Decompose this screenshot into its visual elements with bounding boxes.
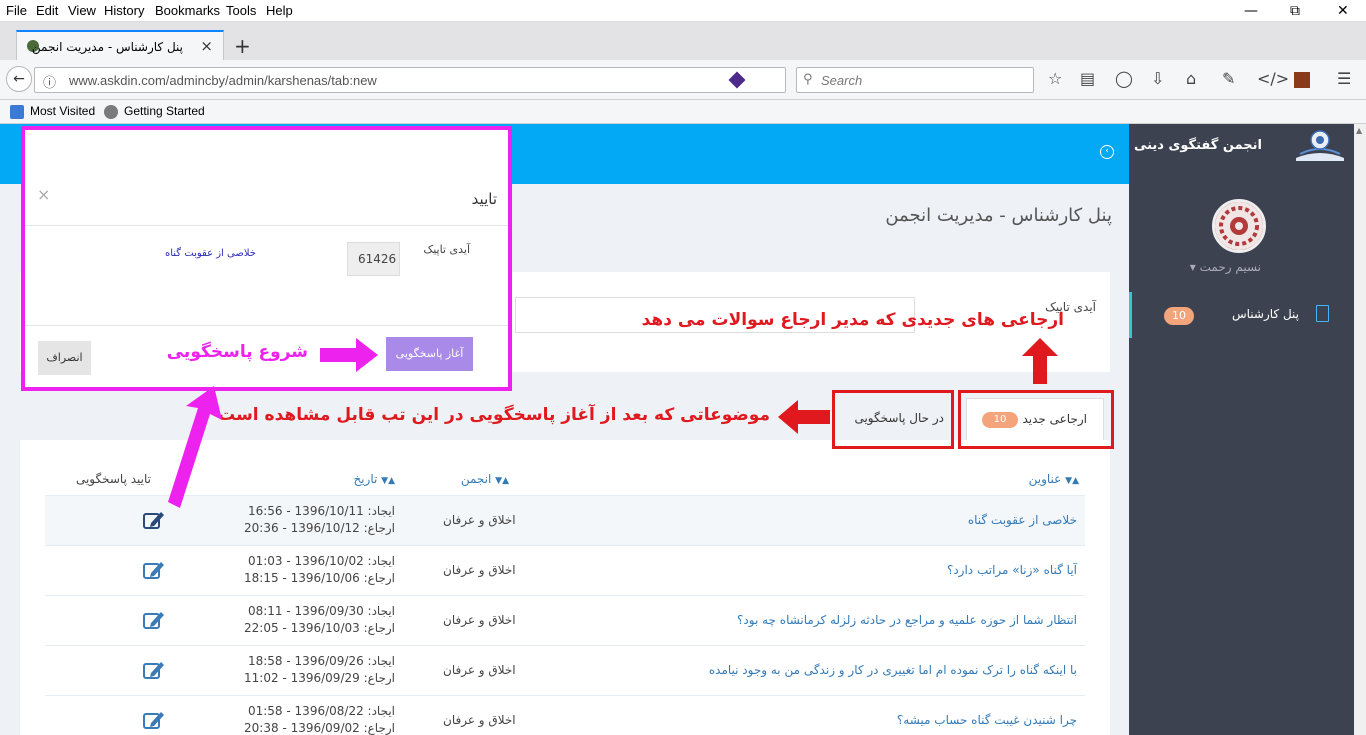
globe-icon (104, 105, 118, 119)
menu-file[interactable]: File (6, 3, 27, 18)
bookmark-most-visited[interactable]: Most Visited (30, 104, 95, 118)
annotation-in-progress: موضوعاتی که بعد از آغاز پاسخگویی در این … (218, 405, 770, 425)
menu-edit[interactable]: Edit (36, 3, 58, 18)
column-header-date[interactable]: ▲▼ تاریخ (353, 472, 395, 486)
referred-date: ارجاع: 1396/10/03 - 22:05 (244, 621, 395, 635)
dates: ایجاد: 1396/08/22 - 01:58 ارجاع: 1396/09/… (244, 703, 395, 735)
brand-logo (1296, 130, 1344, 161)
edit-icon[interactable] (143, 660, 165, 680)
restore-icon[interactable]: ⧉ (1290, 3, 1300, 19)
column-header-forum[interactable]: ▲▼ انجمن (461, 472, 509, 486)
menu-view[interactable]: View (68, 3, 96, 18)
url-text: www.askdin.com/admincby/admin/karshenas/… (69, 73, 377, 88)
created-date: ایجاد: 1396/10/11 - 16:56 (247, 504, 395, 518)
column-header-title[interactable]: ▲▼ عناوین (1029, 472, 1079, 486)
minimize-icon[interactable]: — (1244, 3, 1258, 19)
created-date: ایجاد: 1396/08/22 - 01:58 (247, 704, 395, 718)
user-name[interactable]: نسیم رحمت ▾ (1190, 260, 1261, 274)
brand-name: انجمن گفتگوی دینی (1133, 138, 1262, 153)
extension-icon[interactable] (1294, 72, 1310, 88)
table-row: آیا گناه «زنا» مراتب دارد؟ اخلاق و عرفان… (45, 545, 1085, 595)
new-tab-icon[interactable]: + (234, 34, 251, 58)
bookmarks-bar: Most Visited Getting Started (0, 100, 1366, 124)
edit-icon[interactable] (143, 710, 165, 730)
topic-title-link[interactable]: با اینکه گناه را ترک نموده ام اما تغییری… (709, 663, 1077, 677)
devtools-icon[interactable]: </> (1257, 69, 1289, 88)
sidebar-item-expert-panel[interactable]: پنل کارشناس 10 (1129, 292, 1354, 338)
menu-history[interactable]: History (104, 3, 144, 18)
annotation-box-progress-tab (832, 390, 954, 449)
download-icon[interactable]: ⇩ (1151, 69, 1164, 88)
topic-title-link[interactable]: چرا شنیدن غیبت گناه حساب میشه؟ (897, 713, 1077, 727)
created-date: ایجاد: 1396/10/02 - 01:03 (247, 554, 395, 568)
referred-date: ارجاع: 1396/10/12 - 20:36 (244, 521, 395, 535)
sidebar-item-label: پنل کارشناس (1231, 307, 1299, 321)
referred-date: ارجاع: 1396/10/06 - 18:15 (244, 571, 395, 585)
dates: ایجاد: 1396/09/30 - 08:11 ارجاع: 1396/10/… (244, 603, 395, 637)
home-icon[interactable]: ⌂ (1186, 69, 1196, 88)
most-visited-icon (10, 105, 24, 119)
edit-icon[interactable] (143, 610, 165, 630)
tab-close-icon[interactable]: × (200, 37, 213, 55)
table-row: انتظار شما از حوزه علمیه و مراجع در حادث… (45, 595, 1085, 645)
user-name-label: نسیم رحمت (1199, 260, 1261, 274)
browser-tab[interactable]: پنل کارشناس - مدیریت انجمن × (16, 30, 224, 60)
bookmark-getting-started[interactable]: Getting Started (124, 104, 205, 118)
hamburger-menu-icon[interactable]: ☰ (1337, 69, 1351, 88)
table-row: با اینکه گناه را ترک نموده ام اما تغییری… (45, 645, 1085, 695)
created-date: ایجاد: 1396/09/30 - 08:11 (247, 604, 395, 618)
annotation-box-new-tab (958, 390, 1114, 449)
pocket-icon[interactable]: ◯ (1115, 69, 1133, 88)
menu-bookmarks[interactable]: Bookmarks (155, 3, 220, 18)
sidebar-toggle-icon[interactable]: ‹ (1100, 145, 1114, 159)
forum-name: اخلاق و عرفان (443, 713, 516, 727)
dates: ایجاد: 1396/10/02 - 01:03 ارجاع: 1396/10/… (244, 553, 395, 587)
addon-icon[interactable] (728, 71, 746, 89)
url-bar[interactable]: ⓘ www.askdin.com/admincby/admin/karshena… (34, 67, 786, 93)
search-icon: ⚲ (803, 72, 813, 87)
menu-tools[interactable]: Tools (226, 3, 256, 18)
search-bar[interactable]: ⚲ Search (796, 67, 1034, 93)
avatar-pattern (1215, 202, 1263, 250)
search-placeholder: Search (821, 73, 863, 88)
back-icon[interactable]: ← (6, 66, 32, 92)
star-icon[interactable]: ☆ (1048, 69, 1062, 88)
annotation-start-answering: شروع پاسخگویی (166, 342, 308, 362)
avatar[interactable] (1212, 199, 1266, 253)
created-date: ایجاد: 1396/09/26 - 18:58 (247, 654, 395, 668)
page-title: پنل کارشناس - مدیریت انجمن (885, 205, 1112, 226)
eyedropper-icon[interactable]: ✎ (1222, 69, 1235, 88)
referred-date: ارجاع: 1396/09/29 - 11:02 (244, 671, 395, 685)
scroll-up-icon[interactable]: ▲ (1356, 126, 1362, 135)
table-row: چرا شنیدن غیبت گناه حساب میشه؟ اخلاق و ع… (45, 695, 1085, 735)
dates: ایجاد: 1396/10/11 - 16:56 ارجاع: 1396/10/… (244, 503, 395, 537)
forum-name: اخلاق و عرفان (443, 613, 516, 627)
edit-icon[interactable] (143, 510, 165, 530)
scrollbar[interactable] (1354, 124, 1366, 735)
menu-bar: File Edit View History Bookmarks Tools H… (0, 0, 1366, 22)
topic-title-link[interactable]: آیا گناه «زنا» مراتب دارد؟ (947, 563, 1077, 577)
annotation-new-referrals: ارجاعی های جدیدی که مدیر ارجاع سوالات می… (641, 310, 1064, 330)
tab-title: پنل کارشناس - مدیریت انجمن (31, 40, 183, 54)
referred-date: ارجاع: 1396/09/02 - 20:38 (244, 721, 395, 735)
column-header-confirm: تایید پاسخگویی (75, 472, 151, 486)
info-icon[interactable]: ⓘ (43, 72, 56, 91)
dates: ایجاد: 1396/09/26 - 18:58 ارجاع: 1396/09/… (244, 653, 395, 687)
topic-title-link[interactable]: خلاصی از عقوبت گناه (968, 513, 1077, 527)
edit-icon[interactable] (143, 560, 165, 580)
forum-name: اخلاق و عرفان (443, 563, 516, 577)
arrow-left-icon (778, 400, 830, 434)
sidebar-badge: 10 (1164, 307, 1194, 325)
arrow-diagonal-icon (168, 386, 222, 508)
forum-name: اخلاق و عرفان (443, 663, 516, 677)
library-icon[interactable]: ▤ (1080, 69, 1095, 88)
topic-title-link[interactable]: انتظار شما از حوزه علمیه و مراجع در حادث… (737, 613, 1077, 627)
close-window-icon[interactable]: ✕ (1337, 3, 1349, 19)
arrow-up-icon (1022, 338, 1058, 384)
document-icon (1316, 305, 1329, 322)
arrow-right-icon (320, 338, 378, 372)
forum-name: اخلاق و عرفان (443, 513, 516, 527)
menu-help[interactable]: Help (266, 3, 293, 18)
